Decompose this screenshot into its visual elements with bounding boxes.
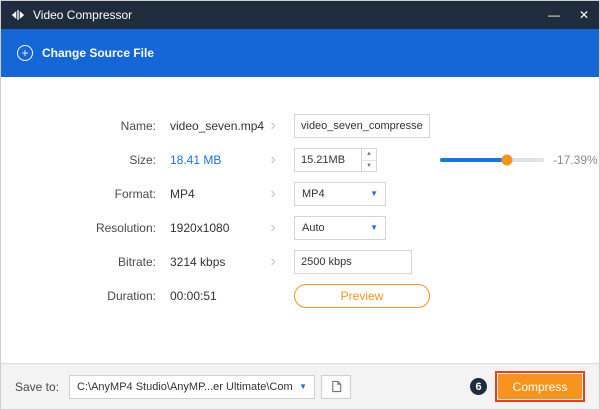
target-size-input[interactable] — [295, 149, 361, 171]
row-name: Name: video_seven.mp4 › — [1, 109, 599, 143]
format-label: Format: — [114, 187, 156, 201]
size-slider[interactable] — [440, 154, 544, 166]
target-size-spinner: ▲ ▼ — [294, 148, 377, 172]
dropdown-arrow-icon: ▼ — [370, 223, 378, 232]
window-title: Video Compressor — [33, 8, 133, 22]
chevron-right-icon: › — [270, 151, 276, 168]
size-spin-down-button[interactable]: ▼ — [362, 161, 376, 172]
source-name-value: video_seven.mp4 — [170, 119, 265, 133]
save-to-label: Save to: — [15, 379, 60, 394]
source-resolution-value: 1920x1080 — [170, 221, 230, 235]
output-name-input[interactable] — [294, 114, 430, 138]
resolution-label: Resolution: — [95, 221, 156, 235]
bitrate-input[interactable] — [294, 250, 412, 274]
chevron-right-icon: › — [270, 185, 276, 202]
size-slider-fill — [440, 158, 507, 162]
bitrate-label: Bitrate: — [117, 255, 156, 269]
source-format-value: MP4 — [170, 187, 195, 201]
resolution-dropdown-value: Auto — [302, 222, 325, 234]
compress-highlight-outline: Compress — [495, 371, 585, 402]
close-button[interactable]: ✕ — [569, 1, 599, 29]
dropdown-arrow-icon: ▼ — [299, 381, 308, 391]
size-slider-handle[interactable] — [501, 154, 513, 166]
size-spin-up-button[interactable]: ▲ — [362, 149, 376, 161]
source-duration-value: 00:00:51 — [170, 289, 217, 303]
row-format: Format: MP4 › MP4 ▼ — [1, 177, 599, 211]
size-slider-track[interactable] — [440, 154, 544, 166]
compress-button[interactable]: Compress — [498, 374, 582, 399]
chevron-right-icon: › — [270, 253, 276, 270]
browse-folder-button[interactable] — [321, 374, 352, 399]
resolution-dropdown[interactable]: Auto ▼ — [294, 216, 386, 240]
browse-folder-icon — [331, 380, 341, 393]
save-path-value: C:\AnyMP4 Studio\AnyMP...er Ultimate\Com… — [77, 380, 293, 393]
row-bitrate: Bitrate: 3214 kbps › — [1, 245, 599, 279]
change-source-file-button[interactable]: + Change Source File — [17, 45, 154, 61]
row-resolution: Resolution: 1920x1080 › Auto ▼ — [1, 211, 599, 245]
duration-label: Duration: — [107, 289, 156, 303]
titlebar: Video Compressor — ✕ — [1, 1, 599, 29]
source-bitrate-value: 3214 kbps — [170, 255, 226, 269]
footer-bar: Save to: C:\AnyMP4 Studio\AnyMP...er Ult… — [1, 363, 599, 409]
row-size: Size: 18.41 MB › ▲ ▼ -17.39% — [1, 143, 599, 177]
size-reduction-percent: -17.39% — [553, 153, 598, 167]
dropdown-arrow-icon: ▼ — [370, 189, 378, 198]
step-badge: 6 — [470, 378, 487, 395]
main-panel: Name: video_seven.mp4 › Size: 18.41 MB ›… — [1, 77, 599, 363]
preview-button[interactable]: Preview — [294, 284, 430, 308]
row-duration: Duration: 00:00:51 Preview — [1, 279, 599, 313]
chevron-right-icon: › — [270, 219, 276, 236]
plus-circle-icon: + — [17, 45, 33, 61]
source-size-value: 18.41 MB — [170, 153, 222, 167]
video-compressor-icon — [11, 8, 25, 22]
minimize-button[interactable]: — — [539, 1, 569, 29]
change-source-file-label: Change Source File — [42, 46, 155, 60]
format-dropdown-value: MP4 — [302, 188, 325, 200]
save-path-dropdown[interactable]: C:\AnyMP4 Studio\AnyMP...er Ultimate\Com… — [69, 374, 316, 399]
video-compressor-window: Video Compressor — ✕ + Change Source Fil… — [0, 0, 600, 410]
format-dropdown[interactable]: MP4 ▼ — [294, 182, 386, 206]
size-label: Size: — [129, 153, 156, 167]
chevron-right-icon: › — [270, 117, 276, 134]
header-bar: + Change Source File — [1, 29, 599, 77]
name-label: Name: — [120, 119, 156, 133]
